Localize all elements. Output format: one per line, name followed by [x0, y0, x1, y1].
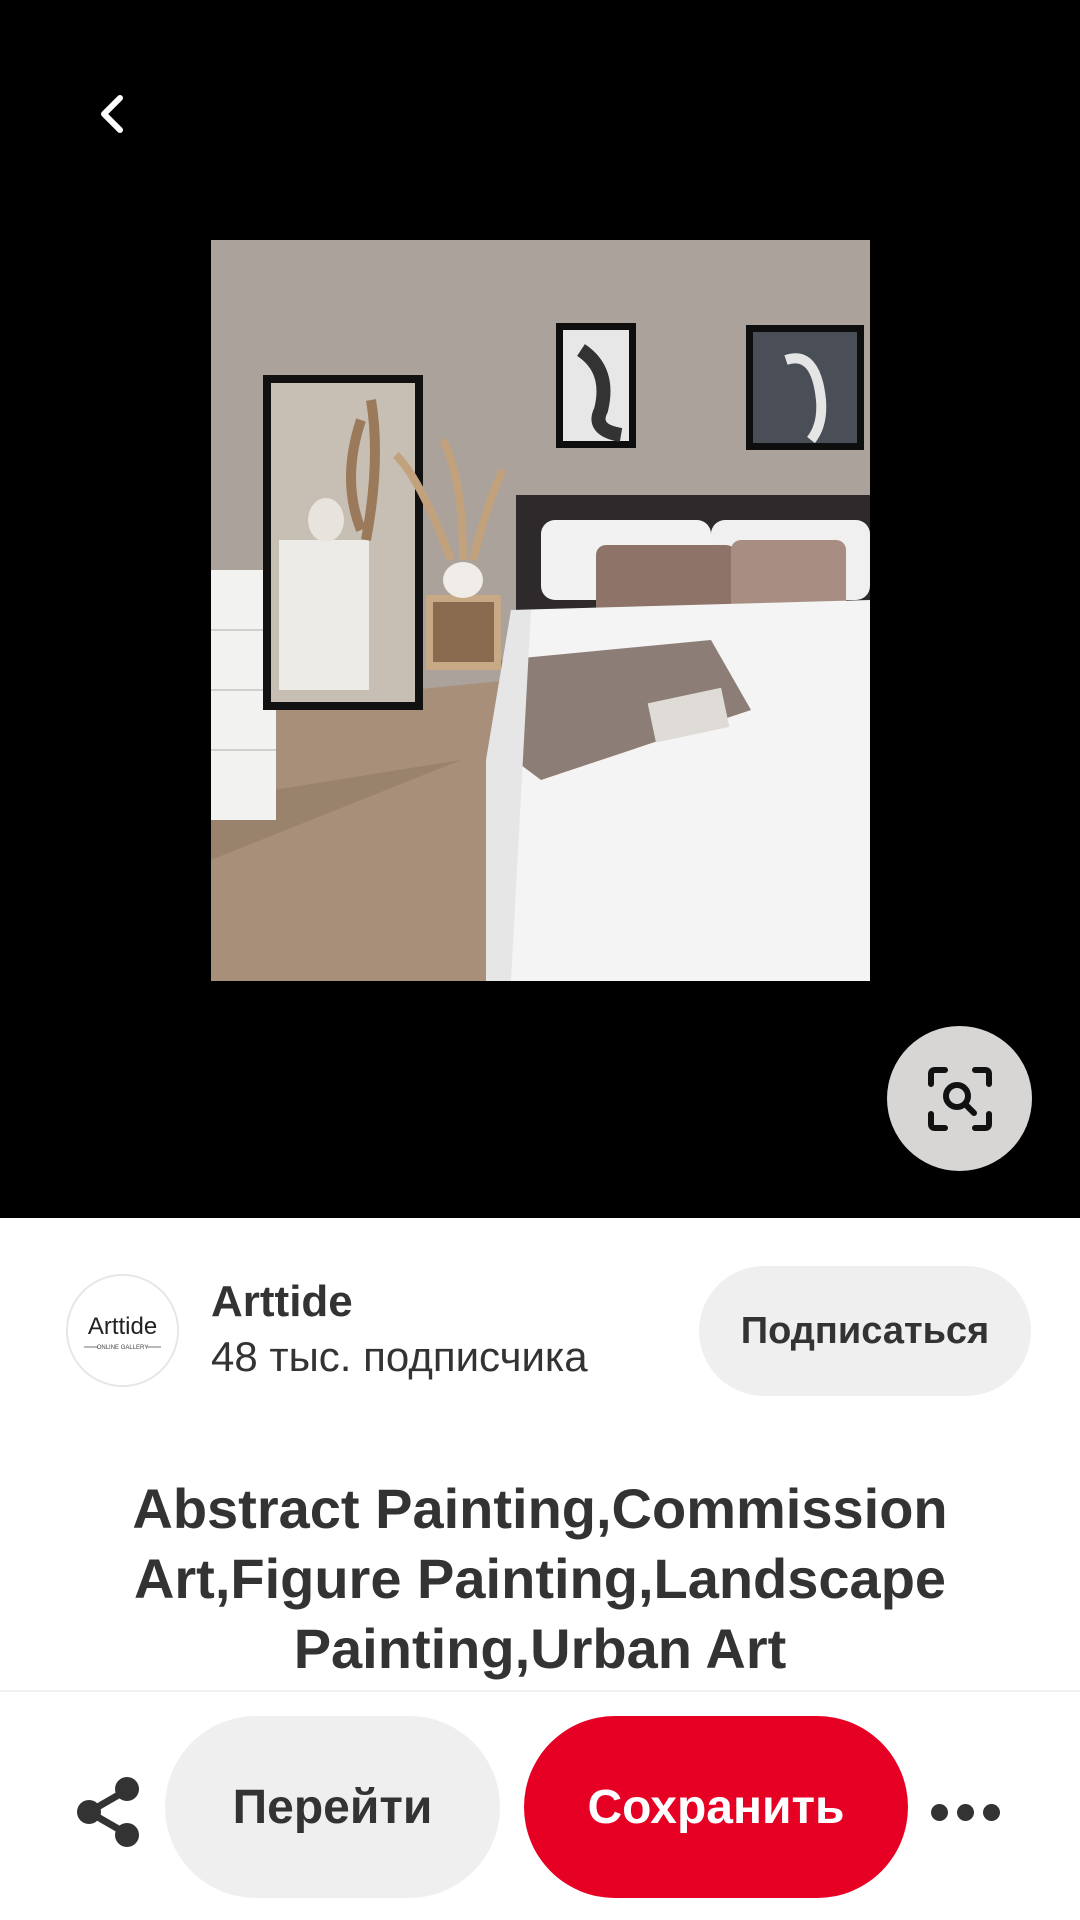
- svg-text:ONLINE GALLERY: ONLINE GALLERY: [97, 1345, 149, 1351]
- more-button[interactable]: [920, 1772, 1010, 1852]
- share-icon: [77, 1777, 139, 1847]
- more-horizontal-icon: [930, 1803, 948, 1821]
- svg-text:Arttide: Arttide: [88, 1313, 157, 1340]
- creator-name[interactable]: Arttide: [211, 1276, 353, 1328]
- back-button[interactable]: [72, 78, 152, 150]
- share-button[interactable]: [68, 1772, 148, 1852]
- visual-search-icon: [927, 1066, 992, 1131]
- creator-followers: 48 тыс. подписчика: [211, 1333, 588, 1380]
- more-horizontal-icon: [982, 1803, 1000, 1821]
- follow-button[interactable]: Подписаться: [699, 1266, 1031, 1396]
- creator-avatar[interactable]: Arttide ONLINE GALLERY: [66, 1274, 179, 1387]
- pin-image[interactable]: [211, 240, 870, 981]
- creator-row: Arttide ONLINE GALLERY Arttide 48 тыс. п…: [0, 1218, 1080, 1408]
- save-button[interactable]: Сохранить: [524, 1716, 908, 1898]
- bottom-action-bar: Перейти Сохранить: [0, 1690, 1080, 1920]
- bedroom-photo: [211, 240, 870, 981]
- chevron-left-icon: [101, 95, 123, 133]
- visit-button[interactable]: Перейти: [165, 1716, 500, 1898]
- pin-media-area: [0, 0, 1080, 1218]
- visual-search-button[interactable]: [887, 1026, 1032, 1171]
- arttide-logo: Arttide ONLINE GALLERY: [68, 1276, 177, 1385]
- more-horizontal-icon: [956, 1803, 974, 1821]
- pin-title: Abstract Painting,Commission Art,Figure …: [132, 1477, 948, 1680]
